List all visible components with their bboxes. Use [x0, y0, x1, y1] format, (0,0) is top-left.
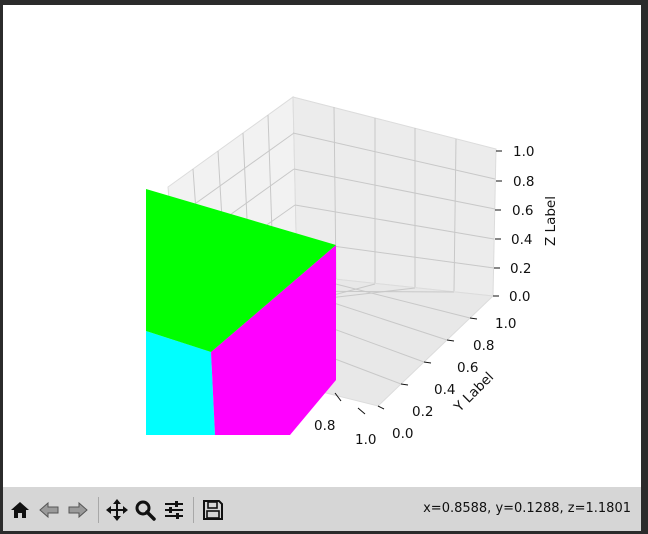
x-tick-label: 0.8 [314, 418, 335, 434]
configure-subplots-icon [165, 501, 183, 519]
x-tick-label: 1.0 [355, 432, 376, 448]
save-icon [203, 500, 223, 520]
home-button[interactable] [7, 498, 33, 522]
zoom-button[interactable] [132, 498, 158, 522]
save-button[interactable] [200, 498, 226, 522]
axes-3d[interactable]: 1.0 0.8 0.6 0.4 0.2 0.0 Z Label 1.0 0.8 … [3, 5, 641, 487]
pan-button[interactable] [104, 498, 130, 522]
y-tick-label: 0.4 [434, 382, 455, 398]
figure-window: 1.0 0.8 0.6 0.4 0.2 0.0 Z Label 1.0 0.8 … [3, 5, 641, 531]
back-button[interactable] [36, 498, 62, 522]
y-tick-label: 0.6 [457, 360, 478, 376]
z-axis-label: Z Label [543, 196, 559, 246]
navigation-toolbar: x=0.8588, y=0.1288, z=1.1801 [3, 487, 641, 531]
z-tick-label: 1.0 [513, 144, 534, 160]
pan-icon [106, 499, 128, 521]
y-tick-label: 0.0 [392, 426, 413, 442]
back-icon [39, 501, 59, 519]
z-tick-label: 0.8 [513, 174, 534, 190]
forward-icon [68, 501, 88, 519]
configure-subplots-button[interactable] [161, 498, 187, 522]
z-tick-label: 0.4 [511, 232, 532, 248]
toolbar-separator [98, 497, 99, 523]
zoom-icon [135, 500, 156, 521]
z-tick-label: 0.2 [510, 261, 531, 277]
toolbar-separator [193, 497, 194, 523]
forward-button[interactable] [65, 498, 91, 522]
home-icon [11, 502, 29, 518]
plot-canvas[interactable]: 1.0 0.8 0.6 0.4 0.2 0.0 Z Label 1.0 0.8 … [3, 5, 641, 487]
y-tick-label: 0.8 [473, 338, 494, 354]
y-tick-label: 1.0 [495, 316, 516, 332]
z-tick-label: 0.0 [509, 289, 530, 305]
y-tick-label: 0.2 [412, 404, 433, 420]
desktop-edge-right [641, 0, 648, 534]
cursor-coordinates: x=0.8588, y=0.1288, z=1.1801 [423, 501, 631, 516]
z-tick-label: 0.6 [512, 203, 533, 219]
y-axis-label: Y Label [450, 369, 497, 416]
